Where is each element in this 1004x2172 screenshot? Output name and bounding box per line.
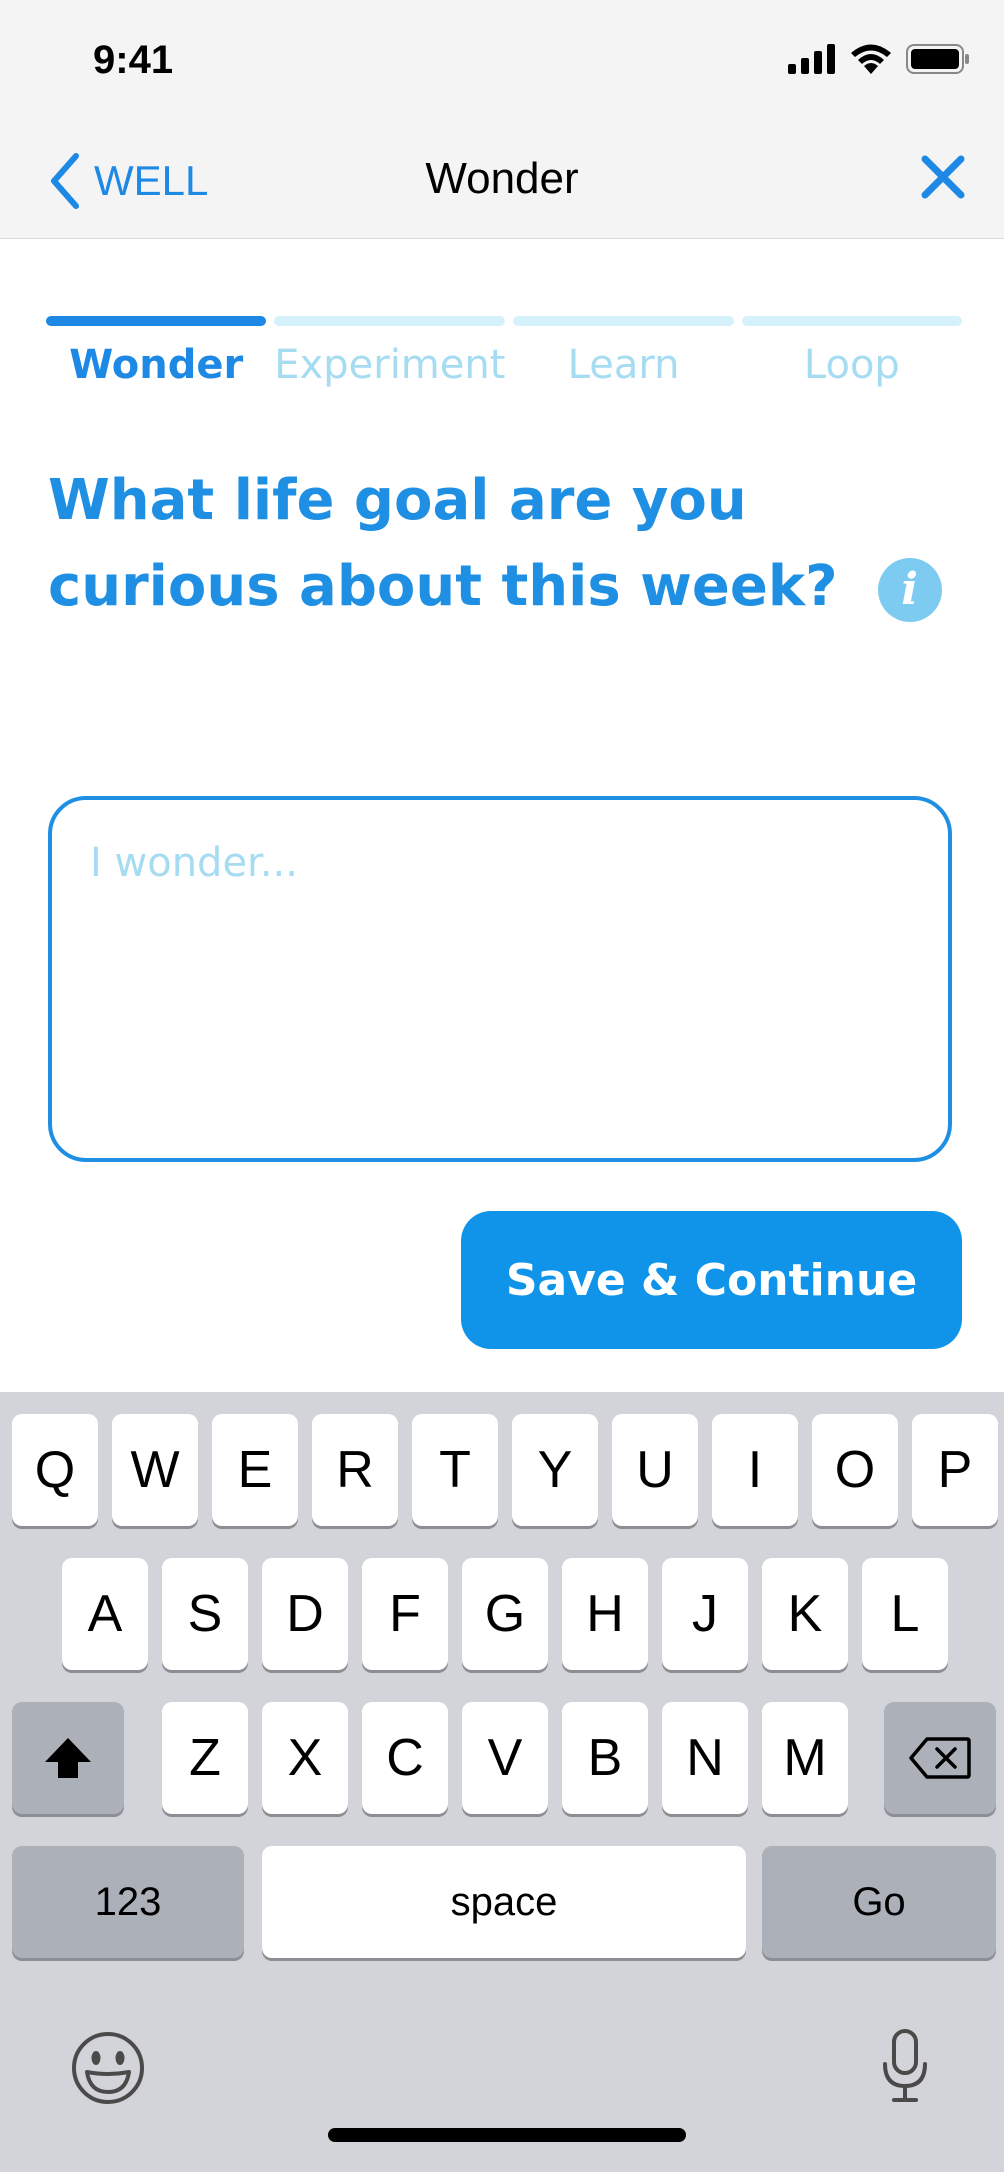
step-wonder[interactable]: Wonder: [46, 316, 267, 388]
key-i[interactable]: I: [712, 1414, 798, 1526]
navigation-bar: WELL Wonder: [0, 130, 1004, 239]
chevron-left-icon: [51, 153, 79, 209]
back-button[interactable]: WELL: [48, 152, 208, 210]
key-k[interactable]: K: [762, 1558, 848, 1670]
backspace-icon: [909, 1737, 971, 1779]
space-key[interactable]: space: [262, 1846, 746, 1958]
key-n[interactable]: N: [662, 1702, 748, 1814]
key-j[interactable]: J: [662, 1558, 748, 1670]
key-v[interactable]: V: [462, 1702, 548, 1814]
shift-key[interactable]: [12, 1702, 124, 1814]
step-bar: [46, 316, 267, 326]
status-time: 9:41: [93, 38, 174, 82]
step-label: Experiment: [274, 342, 506, 388]
key-b[interactable]: B: [562, 1702, 648, 1814]
save-continue-button[interactable]: Save & Continue: [461, 1211, 962, 1349]
key-o[interactable]: O: [812, 1414, 898, 1526]
status-icons: [788, 44, 970, 74]
info-icon[interactable]: i: [877, 557, 942, 622]
key-u[interactable]: U: [612, 1414, 698, 1526]
step-bar: [513, 316, 734, 326]
key-s[interactable]: S: [162, 1558, 248, 1670]
status-bar: 9:41: [0, 0, 1004, 130]
battery-icon: [906, 44, 969, 74]
key-g[interactable]: G: [462, 1558, 548, 1670]
key-l[interactable]: L: [862, 1558, 948, 1670]
step-label: Wonder: [69, 342, 244, 388]
wifi-icon: [851, 44, 891, 74]
close-icon: [921, 155, 965, 199]
key-e[interactable]: E: [212, 1414, 298, 1526]
step-learn[interactable]: Learn: [513, 316, 734, 388]
key-p[interactable]: P: [912, 1414, 998, 1526]
key-w[interactable]: W: [112, 1414, 198, 1526]
numbers-key[interactable]: 123: [12, 1846, 244, 1958]
backspace-key[interactable]: [884, 1702, 996, 1814]
key-r[interactable]: R: [312, 1414, 398, 1526]
key-t[interactable]: T: [412, 1414, 498, 1526]
home-indicator: [328, 2128, 686, 2142]
step-loop[interactable]: Loop: [741, 316, 963, 388]
key-z[interactable]: Z: [162, 1702, 248, 1814]
microphone-icon[interactable]: [880, 2028, 930, 2104]
key-m[interactable]: M: [762, 1702, 848, 1814]
key-f[interactable]: F: [362, 1558, 448, 1670]
step-label: Learn: [567, 342, 680, 388]
keyboard: Q W E R T Y U I O P A S D F G H J K L Z …: [0, 1392, 1004, 2172]
key-h[interactable]: H: [562, 1558, 648, 1670]
progress-stepper: Wonder Experiment Learn Loop: [46, 316, 963, 388]
key-c[interactable]: C: [362, 1702, 448, 1814]
step-experiment[interactable]: Experiment: [274, 316, 506, 388]
key-d[interactable]: D: [262, 1558, 348, 1670]
question-heading: What life goal are you curious about thi…: [48, 458, 968, 630]
step-bar: [741, 316, 963, 326]
close-button[interactable]: [920, 154, 966, 205]
back-label: WELL: [94, 157, 209, 204]
emoji-icon[interactable]: [70, 2030, 146, 2106]
key-y[interactable]: Y: [512, 1414, 598, 1526]
signal-icon: [788, 44, 835, 74]
step-bar: [274, 316, 506, 326]
key-q[interactable]: Q: [12, 1414, 98, 1526]
shift-icon: [45, 1738, 91, 1778]
step-label: Loop: [803, 342, 900, 388]
wonder-input[interactable]: [48, 796, 952, 1162]
key-x[interactable]: X: [262, 1702, 348, 1814]
question-text: What life goal are you curious about thi…: [48, 468, 838, 619]
key-a[interactable]: A: [62, 1558, 148, 1670]
go-key[interactable]: Go: [762, 1846, 996, 1958]
